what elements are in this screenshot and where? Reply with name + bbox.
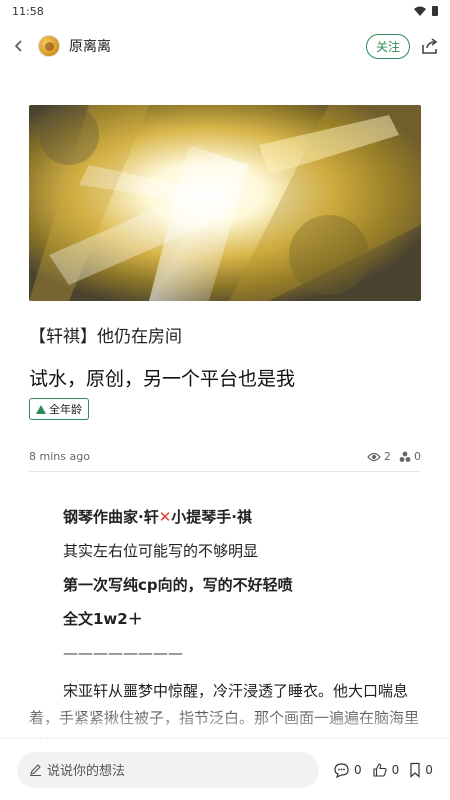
comment-count: 0 <box>354 762 362 777</box>
chapter-body: 钢琴作曲家·轩✕小提琴手·祺 其实左右位可能写的不够明显 第一次写纯cp向的，写… <box>29 500 421 759</box>
body-line-part: 钢琴作曲家·轩 <box>63 508 159 526</box>
body-divider: ———————— <box>63 644 183 662</box>
wifi-icon <box>414 6 426 16</box>
meta-row: 8 mins ago 2 0 <box>29 450 421 472</box>
body-line-part: 小提琴手·祺 <box>171 508 252 526</box>
rating-label: 全年龄 <box>49 403 82 416</box>
share-icon[interactable] <box>420 36 440 56</box>
kudos-icon <box>399 451 411 462</box>
thumbs-up-icon <box>373 762 387 777</box>
author-avatar[interactable] <box>38 35 60 57</box>
work-summary: 试水，原创，另一个平台也是我 <box>29 368 296 390</box>
back-button[interactable] <box>10 37 28 55</box>
status-time: 11:58 <box>12 4 44 18</box>
kudos-count: 0 <box>414 450 421 463</box>
eye-icon <box>367 452 381 461</box>
bottom-bar: 说说你的想法 0 0 0 <box>0 738 450 800</box>
body-line: 钢琴作曲家·轩✕小提琴手·祺 <box>29 500 421 534</box>
comment-button[interactable]: 0 <box>333 762 362 778</box>
body-line: 全文1w2＋ <box>63 610 143 628</box>
views-stat: 2 <box>367 450 391 463</box>
views-count: 2 <box>384 450 391 463</box>
time-ago: 8 mins ago <box>29 450 90 463</box>
kudos-stat: 0 <box>399 450 421 463</box>
battery-icon <box>432 6 438 16</box>
author-name[interactable]: 原离离 <box>69 36 366 56</box>
triangle-icon <box>36 404 46 414</box>
follow-button[interactable]: 关注 <box>365 33 410 59</box>
like-count: 0 <box>391 762 400 777</box>
status-bar: 11:58 <box>0 0 450 22</box>
body-line: 第一次写纯cp向的，写的不好轻喷 <box>63 576 293 594</box>
cover-artwork <box>29 105 421 301</box>
chevron-left-icon <box>14 40 22 52</box>
comment-input[interactable]: 说说你的想法 <box>17 751 319 788</box>
bookmark-button[interactable]: 0 <box>409 762 433 778</box>
pencil-icon <box>30 764 41 776</box>
comment-placeholder: 说说你的想法 <box>47 764 126 779</box>
bookmark-icon <box>410 762 420 778</box>
work-title: 【轩祺】他仍在房间 <box>29 327 182 347</box>
cross-icon: ✕ <box>158 508 172 526</box>
bookmark-count: 0 <box>425 762 433 777</box>
top-bar: 原离离 关注 <box>0 28 450 64</box>
like-button[interactable]: 0 <box>372 762 400 778</box>
status-icons <box>414 6 438 16</box>
comment-icon <box>334 762 349 778</box>
rating-badge: 全年龄 <box>29 398 89 420</box>
cover-image[interactable] <box>29 105 421 301</box>
body-line: 其实左右位可能写的不够明显 <box>63 542 259 560</box>
